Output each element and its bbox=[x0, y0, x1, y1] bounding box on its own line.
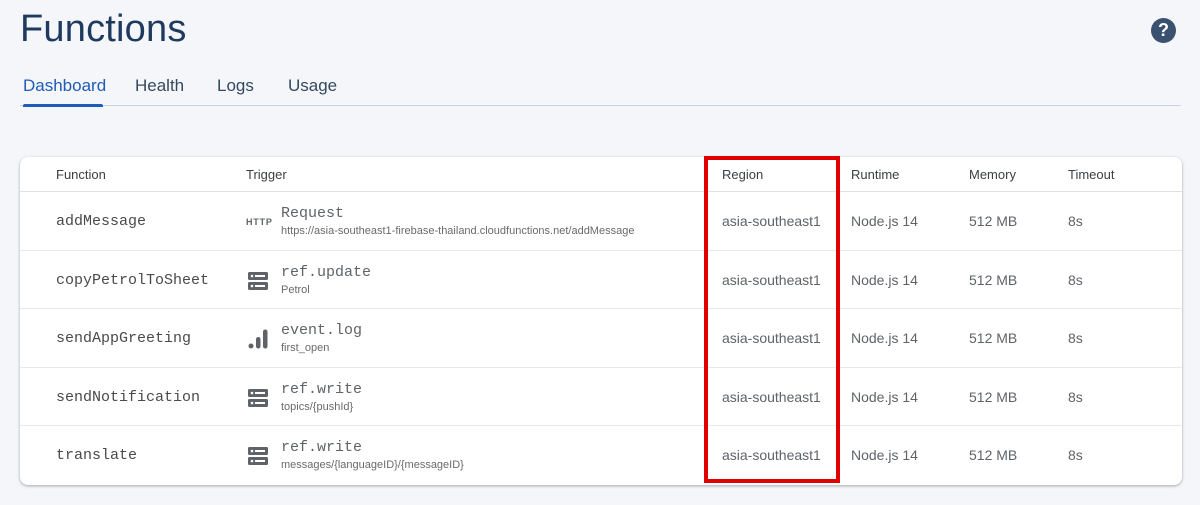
functions-table: Function Trigger Region Runtime Memory T… bbox=[20, 157, 1182, 485]
trigger-type: ref.update bbox=[281, 263, 372, 281]
trigger-detail: https://asia-southeast1-firebase-thailan… bbox=[281, 225, 635, 237]
timeout-value: 8s bbox=[1068, 330, 1083, 346]
region-value: asia-southeast1 bbox=[722, 447, 821, 463]
table-row[interactable]: copyPetrolToSheet ref.update Petrol asia… bbox=[20, 251, 1182, 309]
trigger-detail: first_open bbox=[281, 342, 330, 354]
column-header-runtime[interactable]: Runtime bbox=[851, 167, 899, 182]
column-header-function[interactable]: Function bbox=[56, 167, 106, 182]
runtime-value: Node.js 14 bbox=[851, 388, 918, 405]
runtime-value: Node.js 14 bbox=[851, 213, 918, 229]
function-name[interactable]: translate bbox=[56, 447, 137, 464]
table-row[interactable]: sendNotification ref.write topics/{pushI… bbox=[20, 368, 1182, 426]
memory-value: 512 MB bbox=[969, 447, 1018, 463]
function-name[interactable]: copyPetrolToSheet bbox=[56, 272, 209, 289]
table-row[interactable]: translate ref.write messages/{languageID… bbox=[20, 426, 1182, 485]
column-header-region[interactable]: Region bbox=[722, 167, 763, 182]
trigger-detail: messages/{languageID}/{messageID} bbox=[281, 459, 464, 471]
timeout-value: 8s bbox=[1068, 388, 1083, 405]
region-value: asia-southeast1 bbox=[722, 213, 821, 229]
column-header-trigger[interactable]: Trigger bbox=[246, 167, 287, 182]
memory-value: 512 MB bbox=[969, 388, 1018, 405]
analytics-icon bbox=[248, 329, 268, 349]
memory-value: 512 MB bbox=[969, 330, 1018, 346]
table-header: Function Trigger Region Runtime Memory T… bbox=[20, 157, 1182, 192]
trigger-detail: Petrol bbox=[281, 283, 310, 296]
runtime-value: Node.js 14 bbox=[851, 447, 918, 463]
tab-dashboard[interactable]: Dashboard bbox=[23, 76, 106, 107]
region-value: asia-southeast1 bbox=[722, 271, 821, 288]
runtime-value: Node.js 14 bbox=[851, 330, 918, 346]
timeout-value: 8s bbox=[1068, 271, 1083, 288]
runtime-value: Node.js 14 bbox=[851, 271, 918, 288]
column-header-memory[interactable]: Memory bbox=[969, 167, 1016, 182]
http-icon: HTTP bbox=[246, 217, 273, 227]
region-value: asia-southeast1 bbox=[722, 388, 821, 405]
memory-value: 512 MB bbox=[969, 213, 1018, 229]
table-row[interactable]: addMessage HTTP Request https://asia-sou… bbox=[20, 192, 1182, 251]
tab-bar: Dashboard Health Logs Usage bbox=[20, 74, 1181, 107]
region-value: asia-southeast1 bbox=[722, 330, 821, 346]
timeout-value: 8s bbox=[1068, 447, 1083, 463]
trigger-type: ref.write bbox=[281, 380, 363, 398]
database-icon bbox=[248, 447, 268, 465]
tab-logs[interactable]: Logs bbox=[217, 76, 254, 106]
tab-usage[interactable]: Usage bbox=[288, 76, 337, 106]
column-header-timeout[interactable]: Timeout bbox=[1068, 167, 1114, 182]
function-name[interactable]: sendNotification bbox=[56, 389, 200, 406]
table-row[interactable]: sendAppGreeting event.log first_open asi… bbox=[20, 309, 1182, 368]
help-circle-icon[interactable]: ? bbox=[1151, 18, 1176, 43]
database-icon bbox=[248, 388, 268, 407]
trigger-detail: topics/{pushId} bbox=[281, 400, 354, 413]
function-name[interactable]: sendAppGreeting bbox=[56, 330, 191, 347]
timeout-value: 8s bbox=[1068, 213, 1083, 229]
tab-health[interactable]: Health bbox=[135, 76, 184, 106]
trigger-type: ref.write bbox=[281, 439, 363, 456]
page-title: Functions bbox=[20, 8, 187, 50]
memory-value: 512 MB bbox=[969, 271, 1018, 288]
trigger-type: Request bbox=[281, 205, 345, 222]
database-icon bbox=[248, 271, 268, 290]
trigger-type: event.log bbox=[281, 322, 363, 339]
function-name[interactable]: addMessage bbox=[56, 213, 146, 230]
